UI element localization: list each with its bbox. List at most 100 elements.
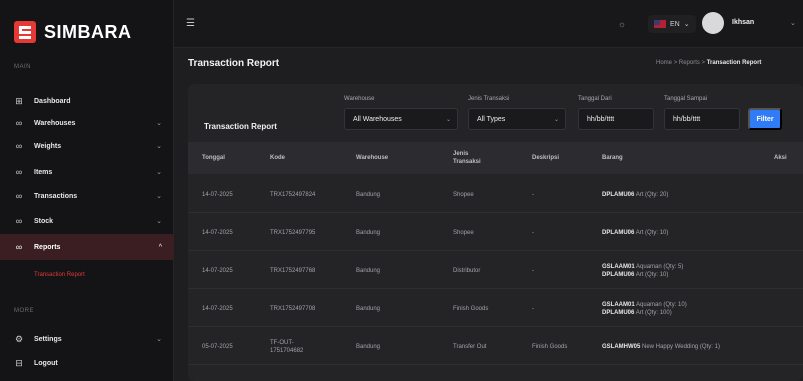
cell-date: 14-07-2025 bbox=[202, 229, 233, 236]
brand-name: SIMBARA bbox=[44, 21, 132, 42]
gear-icon: ⚙ bbox=[14, 333, 24, 344]
type-filter-label: Jenis Transaksi bbox=[468, 96, 510, 102]
sidebar-item-label: Logout bbox=[34, 359, 58, 367]
type-select-value: All Types bbox=[477, 115, 506, 123]
breadcrumb-current: Transaction Report bbox=[706, 60, 762, 66]
filter-button[interactable]: Filter bbox=[748, 108, 782, 130]
cell-code: TRX1752497824 bbox=[270, 191, 316, 198]
sidebar-item-label: Reports bbox=[34, 243, 61, 251]
date-to-value: hh/bb/tttt bbox=[673, 115, 701, 123]
report-card: Transaction Report Warehouse All Warehou… bbox=[188, 84, 803, 381]
nodes-icon: ∞ bbox=[15, 118, 23, 128]
sidebar-item-weights[interactable]: ∞ Weights ⌄ bbox=[0, 133, 174, 159]
card-title: Transaction Report bbox=[204, 122, 277, 131]
sidebar: SIMBARA MAIN ⊞ Dashboard ∞ Warehouses ⌄ … bbox=[0, 0, 174, 381]
brand-logo[interactable]: SIMBARA bbox=[14, 21, 132, 43]
cell-items: GSLAMHW05 New Happy Wedding (Qty: 1) bbox=[602, 328, 752, 365]
chevron-down-icon: ⌄ bbox=[156, 169, 162, 176]
nodes-icon: ∞ bbox=[15, 242, 23, 252]
table-header: Tonggal Kode Warehouse Jenis Transaksi D… bbox=[188, 142, 803, 174]
sidebar-item-reports[interactable]: ∞ Reports ^ bbox=[0, 234, 174, 260]
breadcrumb-home[interactable]: Home bbox=[656, 60, 672, 66]
logout-icon: ⊟ bbox=[15, 357, 23, 368]
date-to-label: Tanggal Sampai bbox=[664, 96, 708, 102]
column-header-items[interactable]: Barang bbox=[602, 142, 623, 174]
cell-items: DPLAMU06 Art (Qty: 20) bbox=[602, 176, 668, 213]
column-header-warehouse[interactable]: Warehouse bbox=[356, 142, 388, 174]
nodes-icon: ∞ bbox=[15, 191, 23, 201]
chevron-down-icon: ⌄ bbox=[156, 218, 162, 225]
column-header-date[interactable]: Tonggal bbox=[202, 142, 225, 174]
cell-items: DPLAMU06 Art (Qty: 10) bbox=[602, 214, 668, 251]
sidebar-item-label: Dashboard bbox=[34, 97, 71, 105]
warehouse-select-value: All Warehouses bbox=[353, 115, 402, 123]
breadcrumb-reports[interactable]: Reports bbox=[679, 60, 700, 66]
cell-code: TF-OUT-1751704682 bbox=[270, 339, 304, 354]
cell-warehouse: Bandung bbox=[356, 229, 381, 236]
sidebar-item-stock[interactable]: ∞ Stock ⌄ bbox=[0, 208, 174, 234]
item-code: DPLAMU06 bbox=[602, 191, 635, 198]
column-header-actions: Aksi bbox=[774, 155, 787, 161]
column-header-description[interactable]: Deskripsi bbox=[532, 142, 559, 174]
section-label-main: MAIN bbox=[14, 64, 31, 70]
sidebar-subitem-transaction-report[interactable]: Transaction Report bbox=[34, 272, 85, 278]
type-select[interactable]: All Types ⌄ bbox=[468, 108, 566, 130]
sidebar-item-logout[interactable]: ⊟ Logout bbox=[0, 350, 174, 376]
cell-date: 05-07-2025 bbox=[202, 343, 233, 350]
cell-warehouse: Bandung bbox=[356, 191, 381, 198]
sidebar-item-items[interactable]: ∞ Items ⌄ bbox=[0, 159, 174, 185]
cell-description: - bbox=[532, 191, 534, 198]
chevron-down-icon[interactable]: ⌄ bbox=[790, 19, 796, 27]
cell-description: - bbox=[532, 229, 534, 236]
warehouse-filter-label: Warehouse bbox=[344, 96, 375, 102]
table-row[interactable]: 14-07-2025 TRX1752497824 Bandung Shopee … bbox=[188, 176, 803, 213]
cell-description: - bbox=[532, 267, 534, 274]
avatar[interactable] bbox=[702, 12, 724, 34]
item-detail: Art (Qty: 10) bbox=[635, 229, 669, 236]
cell-type: Finish Goods bbox=[453, 305, 489, 312]
sidebar-item-label: Stock bbox=[34, 217, 54, 225]
sidebar-item-label: Warehouses bbox=[34, 119, 76, 127]
username[interactable]: Ikhsan bbox=[732, 19, 754, 26]
date-from-input[interactable]: hh/bb/tttt bbox=[578, 108, 654, 130]
grid-icon: ⊞ bbox=[15, 95, 23, 106]
warehouse-select[interactable]: All Warehouses ⌄ bbox=[344, 108, 458, 130]
date-from-value: hh/bb/tttt bbox=[587, 115, 615, 123]
chevron-up-icon: ^ bbox=[158, 243, 162, 251]
item-code: GSLAAM01 bbox=[602, 263, 635, 270]
date-from-label: Tanggal Dari bbox=[578, 96, 612, 102]
page-title: Transaction Report bbox=[188, 58, 280, 69]
chevron-down-icon: ⌄ bbox=[156, 120, 162, 127]
language-label: EN bbox=[670, 20, 680, 28]
chevron-down-icon: ⌄ bbox=[156, 336, 162, 343]
language-selector[interactable]: EN ⌄ bbox=[648, 15, 696, 33]
theme-toggle-sun-icon[interactable]: ☼ bbox=[614, 16, 630, 32]
nodes-icon: ∞ bbox=[15, 167, 23, 177]
column-header-type[interactable]: Jenis Transaksi bbox=[453, 142, 497, 174]
date-to-input[interactable]: hh/bb/tttt bbox=[664, 108, 740, 130]
cell-date: 14-07-2025 bbox=[202, 305, 233, 312]
item-code: DPLAMU06 bbox=[602, 309, 635, 316]
nodes-icon: ∞ bbox=[15, 141, 23, 151]
sidebar-item-transactions[interactable]: ∞ Transactions ⌄ bbox=[0, 183, 174, 209]
sidebar-item-label: Items bbox=[34, 168, 53, 176]
cell-items: GSLAAM01 Aquaman (Qty: 5) DPLAMU06 Art (… bbox=[602, 252, 683, 289]
column-header-code[interactable]: Kode bbox=[270, 142, 285, 174]
table-row[interactable]: 14-07-2025 TRX1752497768 Bandung Distrib… bbox=[188, 252, 803, 289]
cell-description: Finish Goods bbox=[532, 343, 568, 350]
cell-items: GSLAAM01 Aquaman (Qty: 10) DPLAMU06 Art … bbox=[602, 290, 687, 327]
table-row[interactable]: 14-07-2025 TRX1752497795 Bandung Shopee … bbox=[188, 214, 803, 251]
item-code: GSLAMHW05 bbox=[602, 343, 641, 350]
menu-toggle-icon[interactable]: ☰ bbox=[186, 18, 195, 29]
sidebar-item-label: Transactions bbox=[34, 192, 78, 200]
cell-warehouse: Bandung bbox=[356, 267, 381, 274]
sidebar-item-settings[interactable]: ⚙ Settings ⌄ bbox=[0, 326, 174, 352]
sidebar-item-label: Settings bbox=[34, 335, 62, 343]
cell-code: TRX1752497768 bbox=[270, 267, 316, 274]
table-row[interactable]: 14-07-2025 TRX1752497708 Bandung Finish … bbox=[188, 290, 803, 327]
item-code: DPLAMU06 bbox=[602, 271, 635, 278]
sidebar-item-label: Weights bbox=[34, 142, 62, 150]
table-row[interactable]: 05-07-2025 TF-OUT-1751704682 Bandung Tra… bbox=[188, 328, 803, 365]
section-label-more: MORE bbox=[14, 308, 34, 314]
item-detail: Art (Qty: 20) bbox=[635, 191, 669, 198]
